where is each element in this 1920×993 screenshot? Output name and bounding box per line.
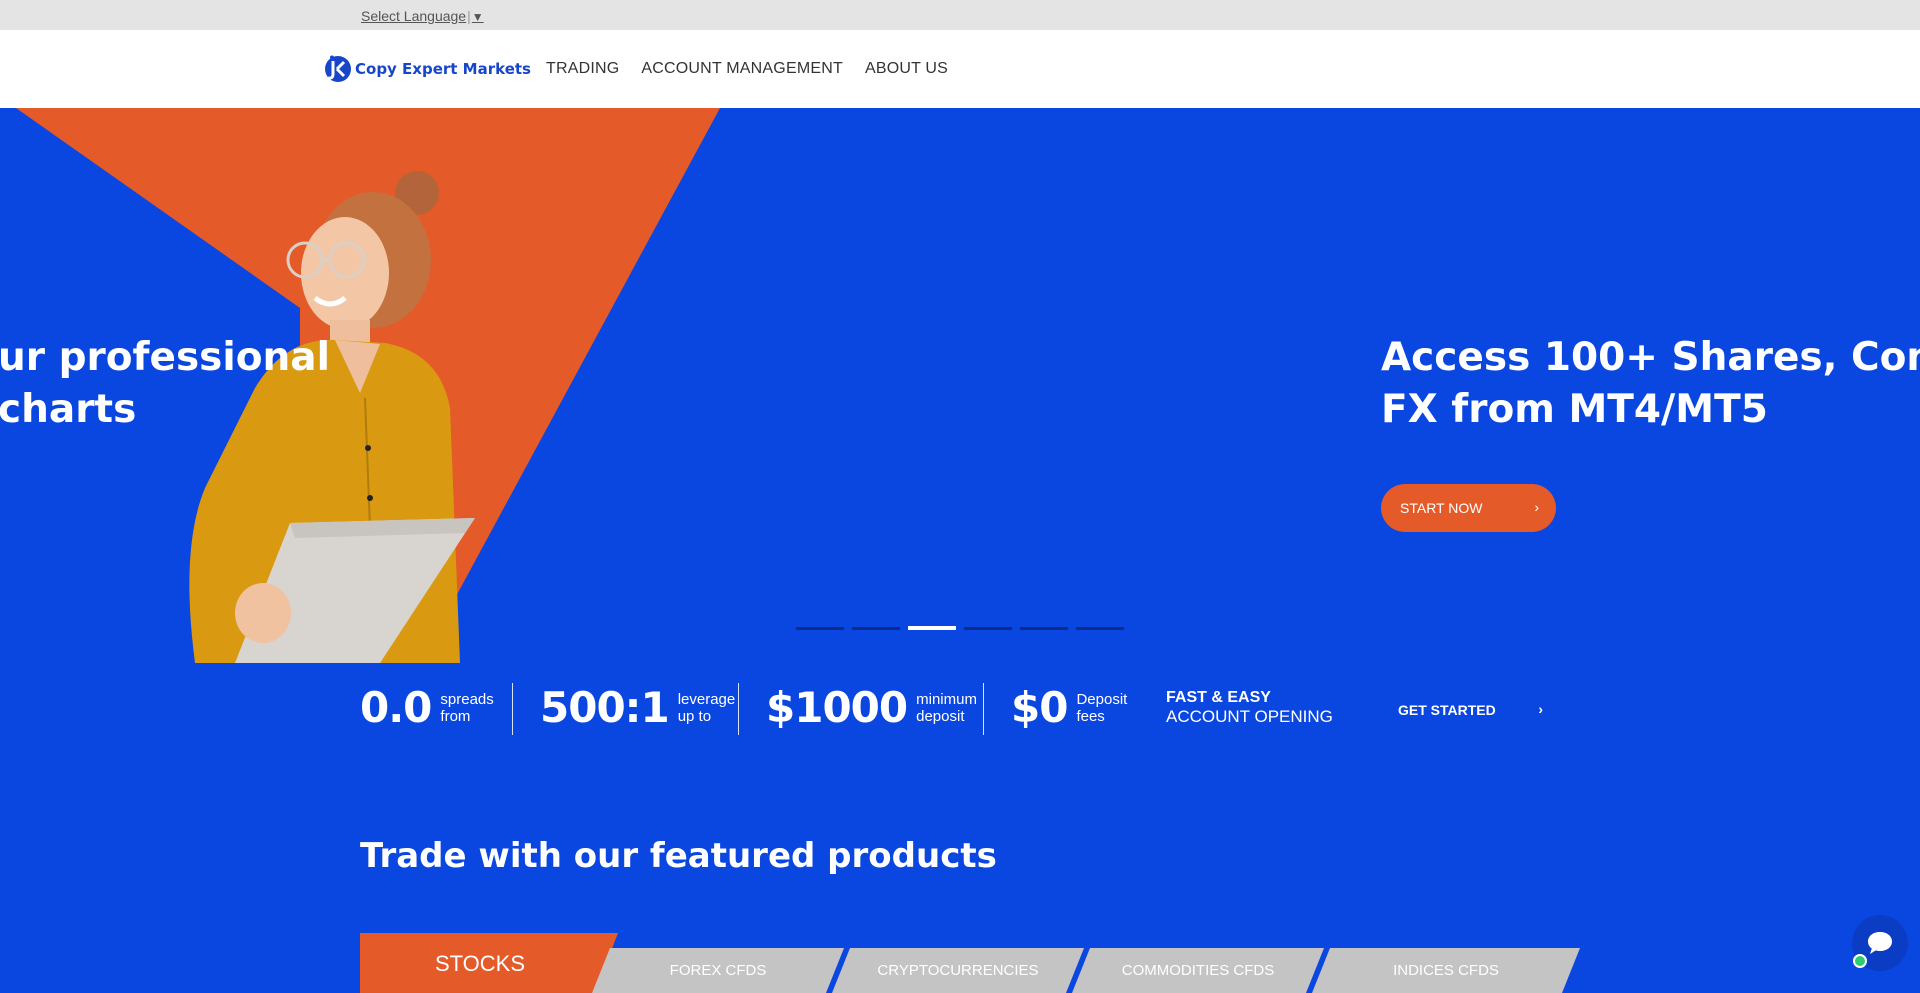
chevron-right-icon: › xyxy=(1534,499,1539,515)
stat-label-line: minimum xyxy=(916,690,977,708)
logo[interactable]: Copy Expert Markets xyxy=(323,54,531,84)
chevron-right-icon: › xyxy=(1538,701,1543,717)
account-opening-line2: ACCOUNT OPENING xyxy=(1166,707,1333,726)
site-header: Copy Expert Markets TRADING ACCOUNT MANA… xyxy=(0,30,1920,108)
stat-value: 0.0 xyxy=(360,683,432,732)
get-started-button[interactable]: GET STARTED › xyxy=(1398,701,1543,718)
slider-dot-active[interactable] xyxy=(908,626,956,630)
stat-label: minimum deposit xyxy=(916,691,977,725)
stat-label-line: up to xyxy=(677,707,712,725)
stat-deposit-fees: $0 Deposit fees xyxy=(1011,683,1127,732)
stat-label-line: deposit xyxy=(916,707,965,725)
slider-pagination xyxy=(796,626,1124,630)
stat-value: $0 xyxy=(1011,683,1068,732)
divider xyxy=(512,683,513,735)
tab-stocks[interactable]: STOCKS xyxy=(360,933,620,993)
tab-indices-cfds[interactable]: INDICES CFDS xyxy=(1312,948,1580,993)
tab-cryptocurrencies[interactable]: CRYPTOCURRENCIES xyxy=(832,948,1084,993)
stat-label: spreads from xyxy=(440,691,493,725)
language-separator: | xyxy=(467,8,471,24)
tab-label: CRYPTOCURRENCIES xyxy=(877,962,1039,979)
stat-label: leverage up to xyxy=(678,691,736,725)
tab-label: INDICES CFDS xyxy=(1393,962,1499,979)
chat-bubble-icon xyxy=(1868,932,1892,954)
stat-label-line: spreads xyxy=(440,690,494,708)
divider xyxy=(738,683,739,735)
get-started-label: GET STARTED xyxy=(1398,702,1496,718)
logo-icon xyxy=(325,55,351,82)
start-now-label: START NOW xyxy=(1400,500,1483,516)
previous-slide-line: charts xyxy=(0,387,137,432)
hero-slider: ur professional charts Access 100+ Share… xyxy=(0,108,1920,663)
stat-label-line: leverage xyxy=(677,690,736,708)
tab-label: FOREX CFDS xyxy=(669,962,767,979)
divider xyxy=(983,683,984,735)
nav-about-us[interactable]: ABOUT US xyxy=(865,60,948,78)
hero-heading-line: Access 100+ Shares, Commo xyxy=(1381,335,1920,380)
start-now-button[interactable]: START NOW › xyxy=(1381,484,1556,532)
featured-products-title: Trade with our featured products xyxy=(360,836,997,876)
product-tabs: STOCKS FOREX CFDS CRYPTOCURRENCIES COMMO… xyxy=(0,933,1920,993)
caret-down-icon: ▼ xyxy=(471,10,484,24)
tab-label: COMMODITIES CFDS xyxy=(1121,962,1275,979)
tab-commodities-cfds[interactable]: COMMODITIES CFDS xyxy=(1072,948,1324,993)
slider-dot[interactable] xyxy=(1020,627,1068,630)
stat-value: $1000 xyxy=(766,683,908,732)
account-opening-line1: FAST & EASY xyxy=(1166,689,1271,706)
slider-dot[interactable] xyxy=(796,627,844,630)
stat-label-line: from xyxy=(440,707,471,725)
hero-heading: Access 100+ Shares, Commo FX from MT4/MT… xyxy=(1381,332,1920,436)
account-opening-promo: FAST & EASY ACCOUNT OPENING xyxy=(1166,689,1333,727)
slider-dot[interactable] xyxy=(852,627,900,630)
slider-dot[interactable] xyxy=(964,627,1012,630)
chat-online-indicator xyxy=(1853,954,1867,968)
language-bar: Select Language|▼ xyxy=(0,0,1920,30)
slider-dot[interactable] xyxy=(1076,627,1124,630)
stat-leverage: 500:1 leverage up to xyxy=(540,683,735,732)
tab-forex-cfds[interactable]: FOREX CFDS xyxy=(592,948,844,993)
language-select-label: Select Language xyxy=(361,8,467,24)
stat-spreads: 0.0 spreads from xyxy=(360,683,494,732)
language-select[interactable]: Select Language|▼ xyxy=(361,8,484,24)
previous-slide-line: ur professional xyxy=(0,335,330,380)
stat-value: 500:1 xyxy=(540,683,670,732)
stats-strip: 0.0 spreads from 500:1 leverage up to $1… xyxy=(0,663,1920,753)
previous-slide-text: ur professional charts xyxy=(0,332,330,436)
stat-label-line: Deposit xyxy=(1076,690,1128,708)
hero-heading-line: FX from MT4/MT5 xyxy=(1381,387,1768,432)
logo-text: Copy Expert Markets xyxy=(355,60,531,78)
stat-minimum-deposit: $1000 minimum deposit xyxy=(766,683,977,732)
stat-label-line: fees xyxy=(1076,707,1105,725)
main-nav: TRADING ACCOUNT MANAGEMENT ABOUT US xyxy=(546,60,948,78)
nav-trading[interactable]: TRADING xyxy=(546,60,619,78)
nav-account-management[interactable]: ACCOUNT MANAGEMENT xyxy=(641,60,843,78)
stat-label: Deposit fees xyxy=(1076,691,1127,725)
tab-label: STOCKS xyxy=(434,951,526,976)
